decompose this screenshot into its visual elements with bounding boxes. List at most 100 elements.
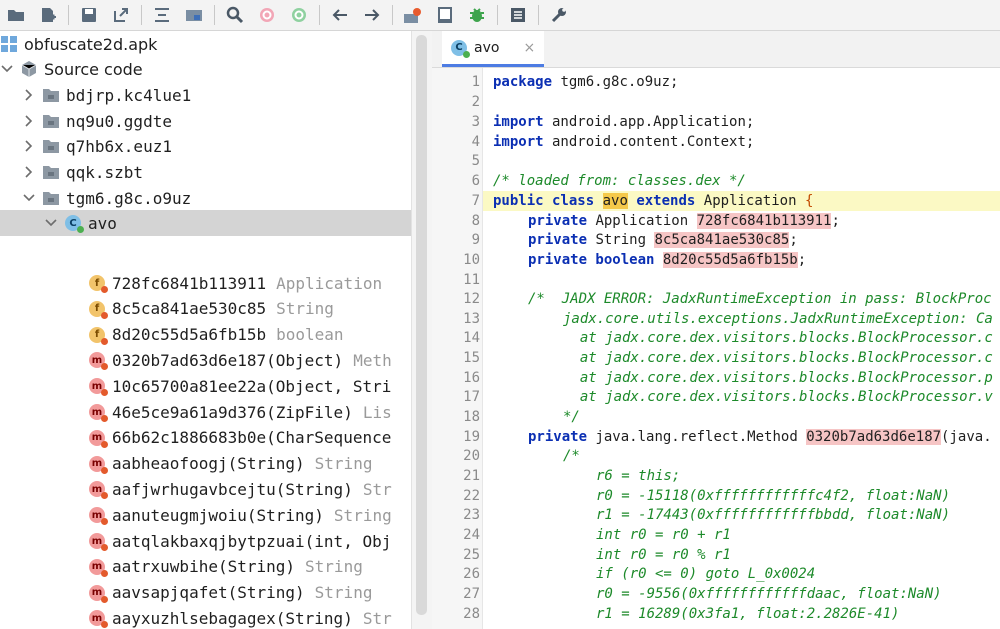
member-name: 8c5ca841ae530c85: [112, 299, 267, 319]
line-number: 8: [471, 213, 480, 229]
tree-method[interactable]: m aanuteugmjwoiu(String) String: [0, 502, 411, 528]
find-usage-icon[interactable]: [286, 2, 312, 28]
member-name: aafjwrhugavbcejtu(String): [112, 479, 353, 499]
class-icon: C: [450, 39, 470, 58]
line-number: 16: [463, 370, 480, 386]
settings-icon[interactable]: [400, 2, 426, 28]
decompile-icon[interactable]: [181, 2, 207, 28]
open-folder-icon[interactable]: [3, 2, 29, 28]
package-name: bdjrp.kc4lue1: [66, 85, 192, 105]
tree-method[interactable]: m aatrxuwbihe(String) String: [0, 554, 411, 580]
member-name: aabheaofoogj(String): [112, 454, 305, 474]
line-number: 4: [471, 134, 480, 150]
line-number: 9: [471, 232, 480, 248]
member-name: aatrxuwbihe(String): [112, 557, 296, 577]
code-line-15: at jadx.core.dex.visitors.blocks.BlockPr…: [563, 350, 993, 366]
tree-method[interactable]: m aavsapjqafet(String) String: [0, 580, 411, 606]
project-tree: obfuscate2d.apk Source code bdjrp.kc4lue…: [0, 31, 411, 629]
member-name: aanuteugmjwoiu(String): [112, 505, 324, 525]
line-number: 27: [463, 586, 480, 602]
tree-method[interactable]: m aafjwrhugavbcejtu(String) Str: [0, 476, 411, 502]
forward-icon[interactable]: [359, 2, 385, 28]
find-class-icon[interactable]: [254, 2, 280, 28]
chevron-down-icon[interactable]: [44, 216, 58, 230]
tree-root[interactable]: obfuscate2d.apk: [0, 31, 411, 57]
export-icon[interactable]: [108, 2, 134, 28]
chevron-right-icon[interactable]: [22, 88, 36, 102]
member-name: 8d20c55d5a6fb15b: [112, 325, 267, 345]
tree-field[interactable]: f 8d20c55d5a6fb15b boolean: [0, 322, 411, 348]
tree-scrollbar[interactable]: [411, 31, 432, 629]
method-icon: m: [88, 584, 108, 603]
save-icon[interactable]: [76, 2, 102, 28]
chevron-right-icon[interactable]: [22, 165, 36, 179]
chevron-right-icon[interactable]: [22, 114, 36, 128]
code-editor[interactable]: package tgm6.g8c.o9uz; import android.ap…: [483, 68, 1000, 629]
member-type: String: [276, 299, 334, 319]
code-line-1: package tgm6.g8c.o9uz;: [493, 74, 679, 90]
tree-method[interactable]: m aabheaofoogj(String) String: [0, 451, 411, 477]
back-icon[interactable]: [327, 2, 353, 28]
member-name: 66b62c1886683b0e(CharSequence: [112, 428, 392, 448]
line-number: 17: [463, 389, 480, 405]
member-name: 46e5ce9a61a9d376(ZipFile): [112, 402, 353, 422]
tree-field[interactable]: f 8c5ca841ae530c85 String: [0, 296, 411, 322]
sync-icon[interactable]: [149, 2, 175, 28]
member-type: Application: [276, 273, 383, 293]
wrench-icon[interactable]: [546, 2, 572, 28]
tree-package[interactable]: nq9u0.ggdte: [0, 108, 411, 134]
tree-method[interactable]: m aatqlakbaxqjbytpzuai(int, Obj: [0, 528, 411, 554]
code-line-23: r1 = -17443(0xffffffffffffbbdd, float:Na…: [596, 507, 951, 523]
scroll-thumb[interactable]: [416, 35, 427, 615]
code-line-10: private boolean 8d20c55d5a6fb15b;: [528, 252, 807, 268]
tree-class-avo[interactable]: C avo: [0, 210, 411, 236]
method-icon: m: [88, 480, 108, 500]
bookmark-icon[interactable]: [432, 2, 458, 28]
tree-method[interactable]: m 0320b7ad63d6e187(Object) Meth: [0, 347, 411, 373]
member-name: aavsapjqafet(String): [112, 583, 305, 603]
chevron-down-icon[interactable]: [22, 191, 36, 205]
line-number: 12: [463, 291, 480, 307]
toolbar-separator: [319, 5, 320, 25]
tree-source-code[interactable]: Source code: [0, 56, 411, 82]
log-icon[interactable]: [505, 2, 531, 28]
toolbar-separator: [68, 5, 69, 25]
package-name: nq9u0.ggdte: [66, 111, 172, 131]
chevron-right-icon[interactable]: [22, 139, 36, 153]
tab-avo[interactable]: C avo ×: [442, 31, 544, 67]
field-icon: f: [88, 326, 108, 345]
member-name: 10c65700a81ee22a(Object, Stri: [112, 376, 392, 396]
tree-package[interactable]: qqk.szbt: [0, 159, 411, 185]
tree-field[interactable]: f 728fc6841b113911 Application: [0, 270, 411, 296]
member-name: aayxuzhlsebagagex(String): [112, 608, 353, 628]
folder-icon: [42, 112, 60, 130]
tree-package[interactable]: tgm6.g8c.o9uz: [0, 185, 411, 211]
method-icon: m: [88, 532, 108, 551]
tree-method[interactable]: m aayxuzhlsebagagex(String) Str: [0, 605, 411, 629]
line-number: 10: [463, 252, 480, 268]
line-number: 21: [463, 468, 480, 484]
add-file-icon[interactable]: [35, 2, 61, 28]
code-line-25: int r0 = r0 % r1: [596, 547, 731, 563]
debug-icon[interactable]: [464, 2, 490, 28]
line-number: 2: [471, 94, 480, 110]
code-line-4: import android.content.Context;: [493, 134, 755, 150]
close-icon[interactable]: ×: [523, 40, 535, 56]
line-number: 20: [463, 448, 480, 464]
tree-method[interactable]: m 46e5ce9a61a9d376(ZipFile) Lis: [0, 399, 411, 425]
method-icon: m: [88, 455, 108, 474]
line-number: 26: [463, 566, 480, 582]
tree-package[interactable]: bdjrp.kc4lue1: [0, 82, 411, 108]
chevron-down-icon[interactable]: [0, 62, 14, 76]
member-type: String: [305, 557, 363, 577]
member-name: aatqlakbaxqjbytpzuai(int, Obj: [112, 531, 392, 551]
field-icon: f: [88, 300, 108, 319]
code-line-13: jadx.core.utils.exceptions.JadxRuntimeEx…: [563, 311, 993, 327]
package-cube-icon: [20, 60, 38, 78]
tree-package[interactable]: q7hb6x.euz1: [0, 133, 411, 159]
search-icon[interactable]: [222, 2, 248, 28]
member-type: String: [314, 454, 373, 474]
tree-method[interactable]: m 66b62c1886683b0e(CharSequence: [0, 425, 411, 451]
tree-method[interactable]: m 10c65700a81ee22a(Object, Stri: [0, 373, 411, 399]
code-line-3: import android.app.Application;: [493, 114, 755, 130]
